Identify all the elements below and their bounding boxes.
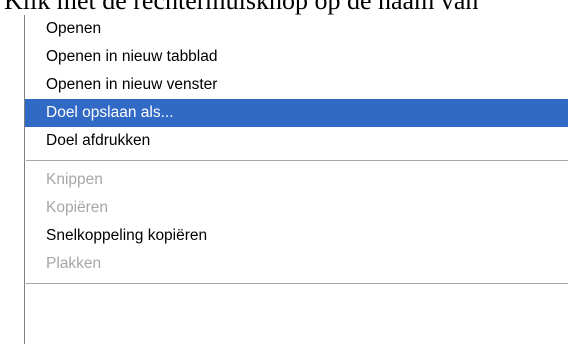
menu-item-label: Kopiëren xyxy=(46,199,109,216)
menu-item-label: Knippen xyxy=(46,171,103,188)
menu-item-openen-in-nieuw-tabblad[interactable]: Openen in nieuw tabblad xyxy=(25,43,568,71)
menu-separator xyxy=(26,283,568,284)
menu-item-doel-opslaan-als[interactable]: Doel opslaan als... xyxy=(25,99,568,127)
menu-item-label: Openen in nieuw tabblad xyxy=(46,48,218,65)
menu-item-kopieren[interactable]: Kopiëren xyxy=(25,194,568,222)
menu-item-openen-in-nieuw-venster[interactable]: Openen in nieuw venster xyxy=(25,71,568,99)
background-document-text: Klik met de rechtermuisknop op de naam v… xyxy=(4,0,479,15)
menu-item-label: Openen in nieuw venster xyxy=(46,76,218,93)
menu-item-label: Openen xyxy=(46,20,102,37)
page: Klik met de rechtermuisknop op de naam v… xyxy=(0,0,568,344)
menu-item-label: Snelkoppeling kopiëren xyxy=(46,227,208,244)
menu-item-knippen[interactable]: Knippen xyxy=(25,166,568,194)
menu-item-plakken[interactable]: Plakken xyxy=(25,250,568,278)
menu-item-openen[interactable]: Openen xyxy=(25,15,568,43)
menu-item-doel-afdrukken[interactable]: Doel afdrukken xyxy=(25,127,568,155)
menu-item-label: Doel afdrukken xyxy=(46,132,151,149)
menu-separator xyxy=(26,160,568,161)
menu-item-label: Plakken xyxy=(46,255,102,272)
context-menu: Openen Openen in nieuw tabblad Openen in… xyxy=(24,15,568,344)
menu-item-label: Doel opslaan als... xyxy=(46,104,174,121)
menu-item-snelkoppeling-kopieren[interactable]: Snelkoppeling kopiëren xyxy=(25,222,568,250)
